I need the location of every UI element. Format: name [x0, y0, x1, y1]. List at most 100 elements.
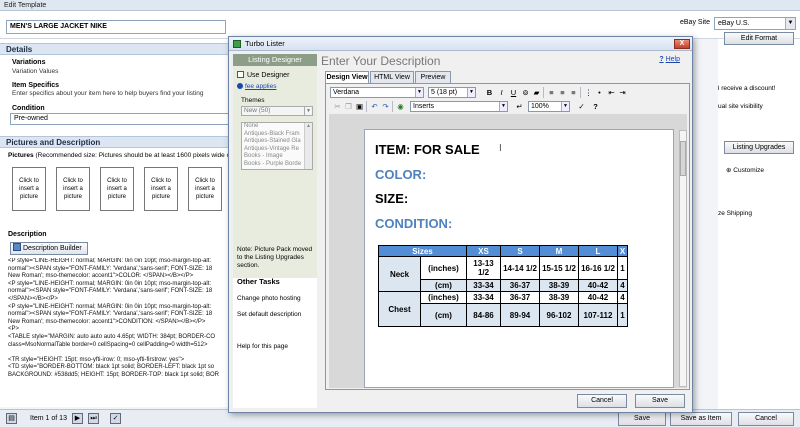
- outdent-icon[interactable]: ⇤: [606, 87, 617, 98]
- details-section-header[interactable]: Details: [0, 43, 232, 55]
- tab-preview[interactable]: Preview: [415, 71, 451, 83]
- last-item-icon[interactable]: ⏭: [88, 413, 99, 424]
- table-header-row: Sizes XS S M L X: [378, 245, 628, 257]
- align-left-icon[interactable]: ≡: [546, 87, 557, 98]
- text-cursor: I: [499, 143, 502, 154]
- bold-icon[interactable]: B: [484, 87, 495, 98]
- font-select[interactable]: Verdana ▼: [330, 87, 424, 98]
- set-default-description-link[interactable]: Set default description: [237, 311, 301, 318]
- template-form: Details Variations Variation Values Item…: [0, 39, 232, 407]
- pictures-section-header[interactable]: Pictures and Description: [0, 136, 232, 148]
- insert-enter-icon[interactable]: ↵: [514, 101, 525, 112]
- save-as-item-button[interactable]: Save as Item: [670, 412, 732, 426]
- theme-item[interactable]: None: [244, 123, 312, 131]
- code-line: <P style="LINE-HEIGHT: normal; MARGIN: 0…: [8, 280, 212, 287]
- table-cell: (inches): [420, 291, 467, 304]
- underline-icon[interactable]: U: [508, 87, 519, 98]
- close-icon[interactable]: X: [674, 39, 690, 49]
- tab-html-view[interactable]: HTML View: [370, 71, 414, 83]
- theme-item[interactable]: Antiques-Vintage Re: [244, 146, 312, 154]
- pictures-note: Pictures (Recommended size: Pictures sho…: [8, 152, 232, 159]
- code-line: <P>: [8, 326, 20, 333]
- editor-scrollbar[interactable]: [679, 130, 687, 387]
- edit-format-button[interactable]: Edit Format: [724, 32, 794, 45]
- other-tasks-heading: Other Tasks: [237, 277, 280, 286]
- table-cell: 40-42: [578, 291, 618, 304]
- bullet-list-icon[interactable]: •: [594, 87, 605, 98]
- listing-title-input[interactable]: MEN'S LARGE JACKET NIKE: [6, 20, 226, 34]
- highlight-icon[interactable]: ▰: [531, 87, 542, 98]
- font-color-icon[interactable]: ⊚: [520, 87, 531, 98]
- help-link[interactable]: ? Help: [659, 56, 680, 63]
- cancel-button[interactable]: Cancel: [738, 412, 794, 426]
- themes-scrollbar[interactable]: ▲: [304, 123, 312, 169]
- theme-item[interactable]: Antiques-Black Fram: [244, 131, 312, 139]
- picture-slot[interactable]: Click to insert a picture: [56, 167, 90, 211]
- table-cell: 84-86: [466, 303, 501, 327]
- ebay-site-select[interactable]: eBay U.S. ▼: [714, 17, 796, 30]
- table-row-header: Chest: [378, 291, 421, 327]
- table-header-cell: Sizes: [378, 245, 467, 257]
- themes-select[interactable]: New (50) ▼: [241, 106, 313, 116]
- scroll-thumb[interactable]: [680, 141, 686, 176]
- table-cell: 96-102: [539, 303, 579, 327]
- code-line: New Roman'; mso-themecolor: accent1">COL…: [8, 273, 194, 280]
- fee-applies-link[interactable]: fee applies: [237, 83, 276, 90]
- align-right-icon[interactable]: ≡: [568, 87, 579, 98]
- description-html-code[interactable]: <P style="LINE-HEIGHT: normal; MARGIN: 0…: [8, 258, 230, 404]
- table-cell: 33-34: [466, 291, 501, 304]
- table-cell: 107-112: [578, 303, 618, 327]
- listing-upgrades-button[interactable]: Listing Upgrades: [724, 141, 794, 154]
- inserts-select[interactable]: Inserts ▼: [410, 101, 508, 112]
- next-item-icon[interactable]: ▶: [72, 413, 83, 424]
- code-line: normal"><SPAN style="FONT-FAMILY: 'Verda…: [8, 288, 213, 295]
- zoom-select[interactable]: 100% ▼: [528, 101, 570, 112]
- change-photo-hosting-link[interactable]: Change photo hosting: [237, 295, 301, 302]
- customize-link[interactable]: ⊕ Customize: [726, 166, 764, 174]
- use-designer-checkbox[interactable]: Use Designer: [237, 71, 289, 79]
- description-builder-button[interactable]: Description Builder: [10, 242, 88, 255]
- picture-slot[interactable]: Click to insert a picture: [100, 167, 134, 211]
- table-cell: 40-42: [578, 279, 618, 292]
- dialog-cancel-button[interactable]: Cancel: [577, 394, 627, 408]
- builder-icon: [13, 243, 21, 251]
- paste-icon[interactable]: ▣: [354, 101, 365, 112]
- chevron-down-icon: ▼: [785, 18, 795, 29]
- dialog-save-button[interactable]: Save: [635, 394, 685, 408]
- code-line: New Roman'; mso-themecolor: accent1">CON…: [8, 318, 206, 325]
- table-header-cell: L: [578, 245, 618, 257]
- dialog-titlebar[interactable]: Turbo Lister X: [229, 37, 692, 51]
- cut-icon[interactable]: ✂: [332, 101, 343, 112]
- redo-icon[interactable]: ↷: [380, 101, 391, 112]
- save-button[interactable]: Save: [618, 412, 666, 426]
- picture-slot[interactable]: Click to insert a picture: [12, 167, 46, 211]
- spell-check-icon[interactable]: ✓: [110, 413, 121, 424]
- font-size-select[interactable]: 5 (18 pt) ▼: [428, 87, 476, 98]
- picture-slot[interactable]: Click to insert a picture: [188, 167, 222, 211]
- link-icon[interactable]: ◉: [395, 101, 406, 112]
- table-header-cell: XS: [466, 245, 501, 257]
- indent-icon[interactable]: ⇥: [617, 87, 628, 98]
- theme-item[interactable]: Books - Image: [244, 153, 312, 161]
- italic-icon[interactable]: I: [496, 87, 507, 98]
- variations-value[interactable]: Variation Values: [12, 68, 58, 75]
- ebay-site-label: eBay Site: [680, 19, 710, 26]
- description-builder-label: Description Builder: [23, 245, 82, 252]
- help-for-page-link[interactable]: Help for this page: [237, 343, 288, 350]
- spell-check-icon[interactable]: ✓: [576, 101, 587, 112]
- condition-field[interactable]: Pre-owned: [10, 113, 230, 125]
- theme-item[interactable]: Books - Purple Borde: [244, 161, 312, 169]
- theme-item[interactable]: Antiques-Stained Gla: [244, 138, 312, 146]
- picture-slots: Click to insert a picture Click to inser…: [12, 167, 232, 213]
- numbered-list-icon[interactable]: ⋮: [583, 87, 594, 98]
- picture-slot[interactable]: Click to insert a picture: [144, 167, 178, 211]
- table-cell: 15-15 1/2: [539, 256, 579, 280]
- turbo-lister-dialog: Turbo Lister X Listing Designer Use Desi…: [228, 36, 693, 413]
- help-icon[interactable]: ?: [590, 101, 601, 112]
- themes-list[interactable]: None Antiques-Black Fram Antiques-Staine…: [241, 122, 313, 170]
- copy-icon[interactable]: ❐: [343, 101, 354, 112]
- undo-icon[interactable]: ↶: [369, 101, 380, 112]
- design-document[interactable]: ITEM: FOR SALE I COLOR: SIZE: CONDITION:…: [364, 129, 674, 388]
- align-center-icon[interactable]: ≡: [557, 87, 568, 98]
- table-cell: 89-94: [500, 303, 540, 327]
